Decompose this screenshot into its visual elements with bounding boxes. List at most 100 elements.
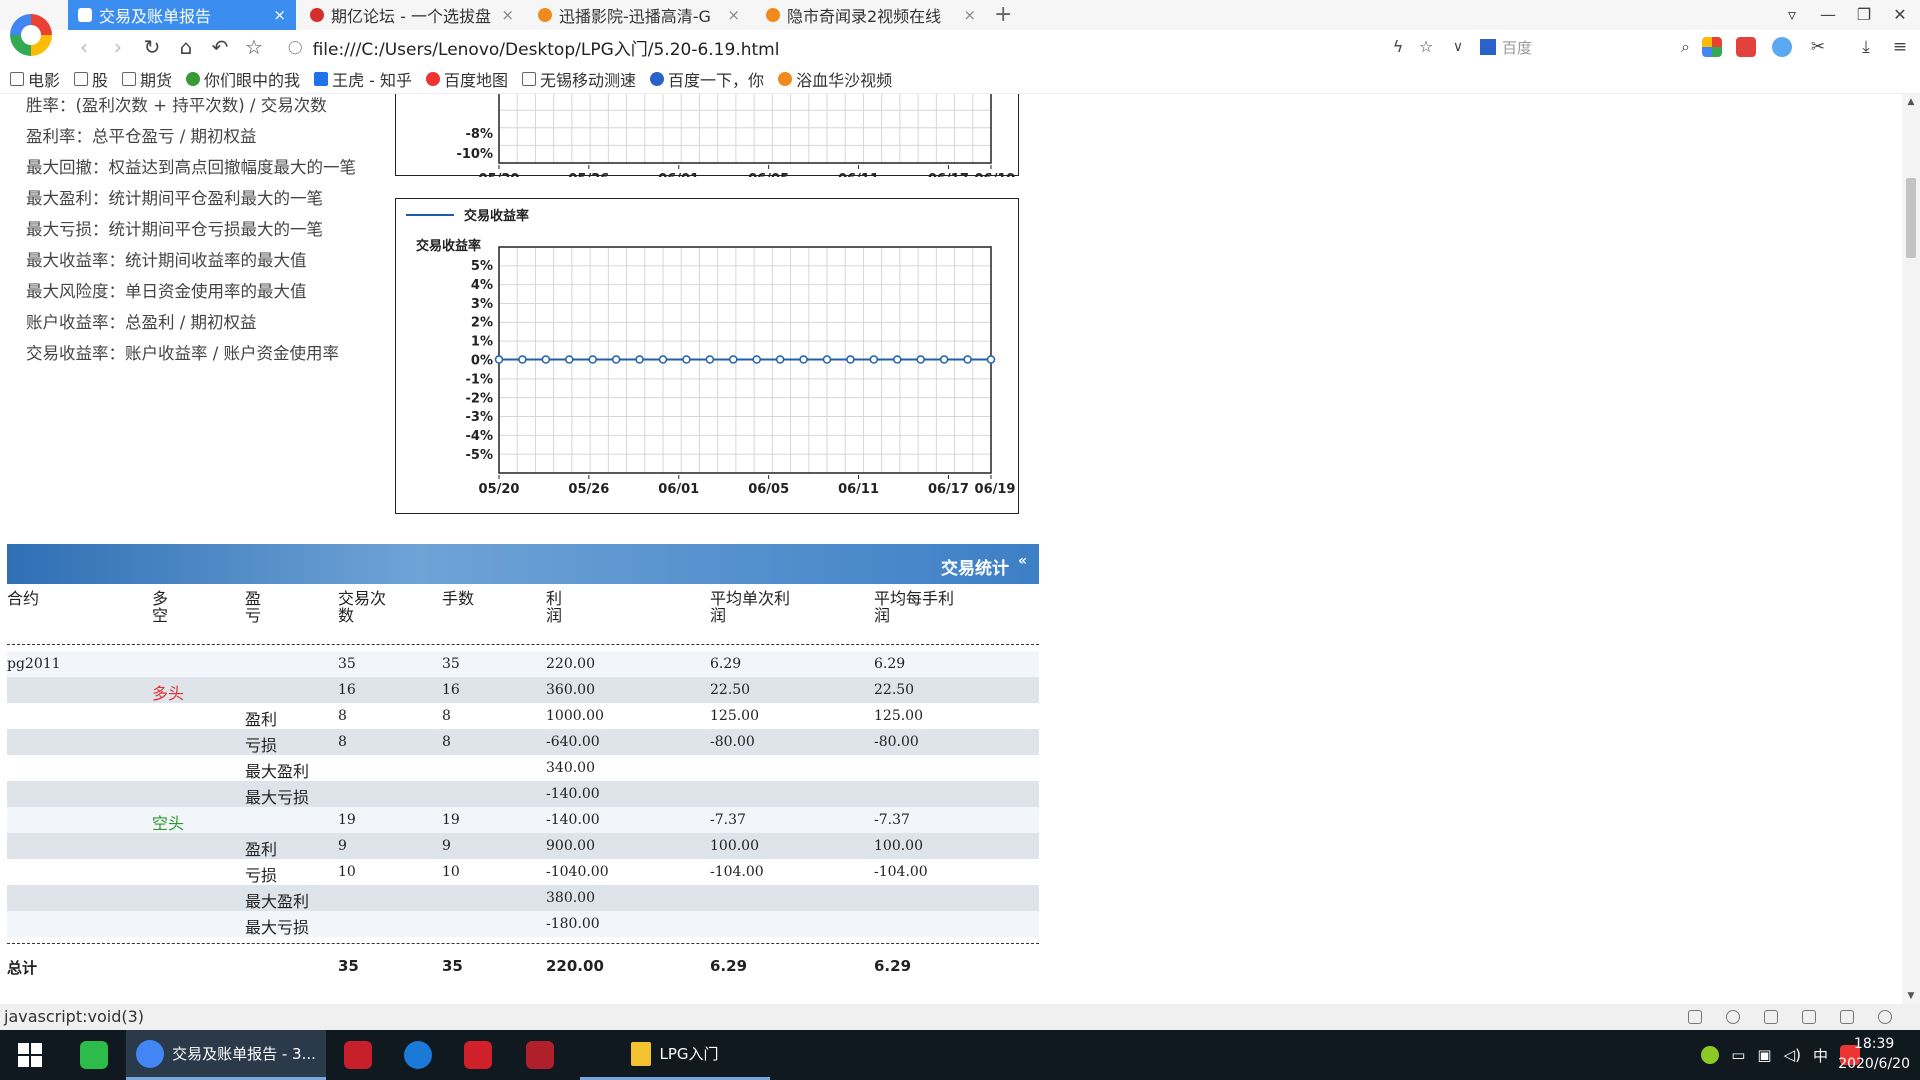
bookmark-folder[interactable]: 电影: [10, 67, 60, 91]
search-icon[interactable]: ⌕: [1681, 37, 1690, 57]
close-icon[interactable]: ×: [273, 6, 286, 24]
clock[interactable]: 18:39 2020/6/20: [1838, 1034, 1910, 1074]
bookmark-label: 王虎 - 知乎: [332, 70, 413, 90]
home-button[interactable]: ⌂: [172, 30, 200, 64]
close-window-button[interactable]: ✕: [1882, 0, 1918, 30]
scroll-down-arrow-icon[interactable]: ▼: [1902, 988, 1920, 1004]
x-tick-label: 06/19: [975, 172, 1016, 177]
menu-icon[interactable]: ≡: [1886, 30, 1914, 64]
bookmark-item[interactable]: 你们眼中的我: [186, 67, 300, 91]
column-header: 平均每手利 润: [874, 589, 955, 625]
scroll-thumb[interactable]: [1906, 178, 1916, 258]
skin-icon[interactable]: ▿: [1774, 0, 1810, 30]
zoom-icon[interactable]: [1878, 1010, 1892, 1024]
rocket-icon[interactable]: [1688, 1010, 1702, 1024]
x-tick-label: 06/05: [748, 172, 789, 177]
taskbar-app-red[interactable]: [334, 1030, 382, 1080]
divider: [7, 943, 1039, 944]
close-icon[interactable]: ×: [727, 6, 740, 24]
x-tick-label: 06/01: [658, 482, 699, 497]
bookmark-label: 电影: [28, 70, 61, 90]
taskbar-browser[interactable]: 交易及账单报告 - 3...: [126, 1030, 326, 1080]
definition-item: 最大盈利：统计期间平仓盈利最大的一笔: [26, 189, 323, 208]
bookmark-item[interactable]: 无锡移动测速: [522, 67, 636, 91]
definition-item: 盈利率：总平仓盈亏 / 期初权益: [26, 127, 257, 146]
taskbar-folder[interactable]: LPG入门: [580, 1030, 770, 1080]
window-icon[interactable]: [1840, 1010, 1854, 1024]
data-point: [541, 355, 551, 364]
folder-icon: [631, 1041, 652, 1066]
url-text[interactable]: file:///C:/Users/Lenovo/Desktop/LPG入门/5.…: [313, 35, 780, 60]
cell-lots: 19: [442, 812, 460, 828]
game-icon[interactable]: [1736, 37, 1756, 57]
definition-item: 最大风险度：单日资金使用率的最大值: [26, 282, 307, 301]
cell-trades: 35: [338, 656, 356, 672]
chevron-down-icon[interactable]: ∨: [1444, 30, 1472, 64]
total-profit: 220.00: [546, 957, 604, 975]
scissors-icon[interactable]: ✂: [1804, 30, 1832, 64]
total-avg-lot: 6.29: [874, 957, 912, 975]
scroll-up-arrow-icon[interactable]: ▲: [1902, 94, 1920, 110]
tray-app-icon[interactable]: [1701, 1046, 1720, 1064]
refresh-icon[interactable]: [1726, 1010, 1740, 1024]
bookmark-item[interactable]: 百度地图: [426, 67, 508, 91]
network-icon[interactable]: ▣: [1757, 1046, 1771, 1064]
total-label: 总计: [7, 959, 38, 977]
tab-report[interactable]: 交易及账单报告 ×: [68, 0, 296, 30]
volume-icon[interactable]: [1802, 1010, 1816, 1024]
bookmark-folder[interactable]: 股: [74, 67, 108, 91]
new-tab-button[interactable]: +: [994, 0, 1012, 30]
taskbar-wh6[interactable]: [516, 1030, 564, 1080]
tab-movies[interactable]: 迅播影院-迅播高清-G ×: [528, 0, 750, 30]
taskbar-stock-app[interactable]: [454, 1030, 502, 1080]
close-icon[interactable]: ×: [501, 6, 514, 24]
status-text: javascript:void(3): [4, 1007, 145, 1026]
download-icon[interactable]: ⤓: [1852, 30, 1880, 64]
speaker-icon[interactable]: ◁): [1784, 1046, 1801, 1064]
windows-start-icon[interactable]: [10, 1042, 50, 1068]
back-button[interactable]: ‹: [70, 30, 98, 64]
bookmark-item[interactable]: 浴血华沙视频: [778, 67, 892, 91]
kugou-icon: [404, 1041, 432, 1069]
data-point: [963, 355, 972, 364]
favorite-star-button[interactable]: ☆: [240, 30, 268, 64]
lightning-icon[interactable]: ϟ: [1384, 30, 1412, 64]
wechat-icon: [80, 1041, 108, 1069]
reload-button[interactable]: ↻: [138, 30, 166, 64]
tab-label: 隐市奇闻录2视频在线: [787, 7, 942, 26]
battery-icon[interactable]: ▭: [1731, 1046, 1745, 1064]
restore-button[interactable]: ❐: [1846, 0, 1882, 30]
trash-icon[interactable]: [1764, 1010, 1778, 1024]
search-box[interactable]: 百度 ⌕: [1480, 35, 1690, 59]
close-icon[interactable]: ×: [963, 6, 976, 24]
table-row: 空头 19 19 -140.00 -7.37 -7.37: [7, 807, 1039, 833]
star-icon[interactable]: ☆: [1412, 30, 1440, 64]
minimize-button[interactable]: —: [1810, 0, 1846, 30]
forward-button[interactable]: ›: [104, 30, 132, 64]
cell-avg-trade: -80.00: [710, 734, 755, 750]
browser-logo-icon[interactable]: [10, 14, 52, 56]
translate-icon[interactable]: [1772, 37, 1792, 57]
bookmark-folder[interactable]: 期货: [122, 67, 172, 91]
tab-forum[interactable]: 期亿论坛 - 一个选拔盘 ×: [300, 0, 524, 30]
undo-close-button[interactable]: ↶: [206, 30, 234, 64]
ime-indicator[interactable]: 中: [1813, 1045, 1828, 1066]
bookmark-item[interactable]: 王虎 - 知乎: [314, 67, 412, 91]
data-point: [635, 355, 644, 364]
taskbar-wechat[interactable]: [70, 1030, 118, 1080]
app-red-icon: [344, 1041, 372, 1069]
bookmark-label: 无锡移动测速: [540, 70, 637, 90]
table-row: 盈利 9 9 900.00 100.00 100.00: [7, 833, 1039, 859]
cell-avg-trade: -104.00: [710, 864, 764, 880]
stats-header[interactable]: 交易统计 «: [7, 544, 1039, 584]
vertical-scrollbar[interactable]: ▲ ▼: [1902, 94, 1920, 1004]
address-bar[interactable]: ◯ file:///C:/Users/Lenovo/Desktop/LPG入门/…: [288, 30, 1348, 64]
definition-item: 交易收益率：账户收益率 / 账户资金使用率: [26, 344, 340, 363]
tab-video[interactable]: 隐市奇闻录2视频在线 ×: [756, 0, 986, 30]
bookmark-item[interactable]: 百度一下，你: [650, 67, 764, 91]
definition-item: 最大亏损：统计期间平仓亏损最大的一笔: [26, 220, 323, 239]
apps-icon[interactable]: [1702, 37, 1722, 57]
collapse-icon[interactable]: «: [1018, 553, 1027, 569]
taskbar-kugou[interactable]: [394, 1030, 442, 1080]
y-tick-label: 4%: [471, 278, 493, 293]
